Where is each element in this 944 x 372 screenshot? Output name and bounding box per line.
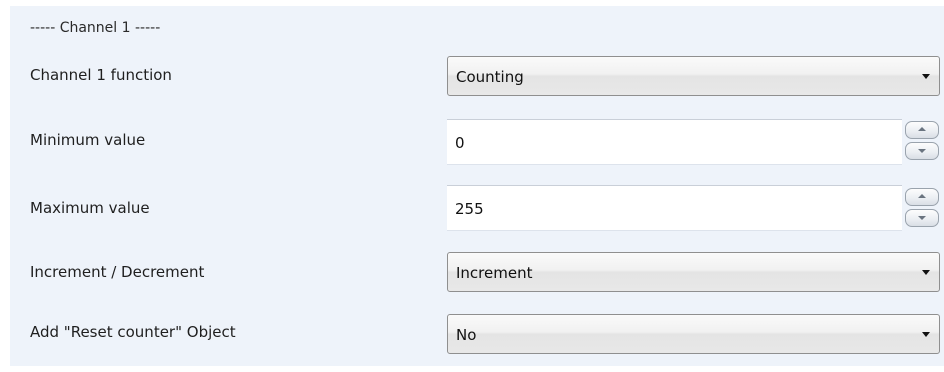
chevron-down-icon [922, 332, 930, 337]
maximum-value-decrease-button[interactable] [905, 209, 939, 227]
minimum-value-value: 0 [455, 134, 465, 152]
maximum-value-input[interactable]: 255 [447, 185, 902, 231]
minimum-value-decrease-button[interactable] [905, 142, 939, 160]
triangle-up-icon [918, 194, 926, 198]
increment-decrement-value: Increment [456, 264, 533, 282]
minimum-value-increase-button[interactable] [905, 121, 939, 139]
reset-counter-object-value: No [456, 326, 477, 344]
section-title: ----- Channel 1 ----- [30, 20, 161, 36]
chevron-down-icon [922, 270, 930, 275]
maximum-value-value: 255 [455, 200, 484, 218]
chevron-down-icon [922, 74, 930, 79]
maximum-value-increase-button[interactable] [905, 188, 939, 206]
maximum-value-label: Maximum value [30, 199, 150, 217]
increment-decrement-label: Increment / Decrement [30, 263, 205, 281]
triangle-down-icon [918, 216, 926, 220]
increment-decrement-dropdown[interactable]: Increment [447, 252, 940, 292]
channel-function-label: Channel 1 function [30, 66, 172, 84]
minimum-value-label: Minimum value [30, 131, 146, 149]
minimum-value-input[interactable]: 0 [447, 119, 902, 165]
channel-function-dropdown[interactable]: Counting [447, 56, 940, 96]
reset-counter-object-label: Add "Reset counter" Object [30, 323, 236, 341]
reset-counter-object-dropdown[interactable]: No [447, 314, 940, 354]
parameter-panel: ----- Channel 1 ----- Channel 1 function… [10, 6, 944, 366]
triangle-down-icon [918, 149, 926, 153]
channel-function-value: Counting [456, 68, 524, 86]
triangle-up-icon [918, 127, 926, 131]
